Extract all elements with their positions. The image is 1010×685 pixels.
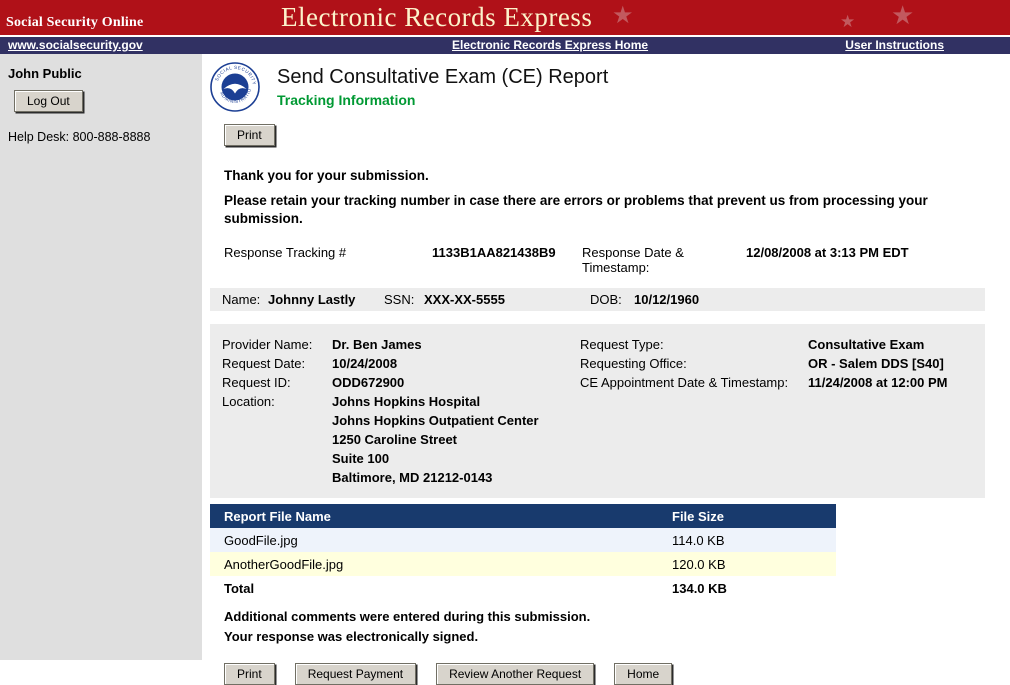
location-line: Suite 100 — [332, 449, 539, 468]
page: Social Security Online Electronic Record… — [0, 0, 1010, 668]
page-title: Send Consultative Exam (CE) Report — [277, 66, 608, 89]
title-block: Send Consultative Exam (CE) Report Track… — [277, 66, 608, 108]
table-total-row: Total 134.0 KB — [210, 576, 836, 600]
nav-link-ere-home[interactable]: Electronic Records Express Home — [452, 38, 648, 52]
table-row: GoodFile.jpg 114.0 KB — [210, 528, 836, 552]
files-table-header: Report File Name File Size — [210, 504, 836, 528]
home-button[interactable]: Home — [614, 663, 672, 685]
provider-value: Dr. Ben James — [332, 335, 422, 354]
appointment-label: CE Appointment Date & Timestamp: — [580, 373, 808, 392]
location-line: Johns Hopkins Outpatient Center — [332, 411, 539, 430]
file-name-cell: AnotherGoodFile.jpg — [210, 557, 672, 572]
retain-tracking-note: Please retain your tracking number in ca… — [224, 192, 1002, 228]
table-row: AnotherGoodFile.jpg 120.0 KB — [210, 552, 836, 576]
total-size-value: 134.0 KB — [672, 581, 727, 596]
file-size-header: File Size — [672, 509, 724, 524]
requesting-office-value: OR - Salem DDS [S40] — [808, 354, 944, 373]
thank-you-text: Thank you for your submission. — [224, 168, 1002, 183]
request-type-label: Request Type: — [580, 335, 808, 354]
tracking-timestamp-label: Response Date & Timestamp: — [582, 245, 746, 275]
details-left-column: Provider Name: Dr. Ben James Request Dat… — [222, 335, 580, 487]
requesting-office-row: Requesting Office: OR - Salem DDS [S40] — [580, 354, 973, 373]
page-header: SOCIAL SECURITY ADMINISTRATION Send Cons… — [210, 62, 1002, 112]
action-buttons: Print Request Payment Review Another Req… — [224, 663, 1002, 685]
appointment-value: 11/24/2008 at 12:00 PM — [808, 373, 948, 392]
request-id-value: ODD672900 — [332, 373, 404, 392]
appointment-row: CE Appointment Date & Timestamp: 11/24/2… — [580, 373, 973, 392]
signed-note: Your response was electronically signed. — [224, 627, 1002, 647]
comments-note: Additional comments were entered during … — [224, 607, 1002, 627]
banner-title: Electronic Records Express — [281, 2, 592, 33]
files-table: Report File Name File Size GoodFile.jpg … — [210, 504, 836, 600]
request-date-value: 10/24/2008 — [332, 354, 397, 373]
submission-notes: Additional comments were entered during … — [210, 607, 1002, 647]
ssn-value: XXX-XX-5555 — [424, 292, 590, 307]
location-line: Baltimore, MD 21212-0143 — [332, 468, 539, 487]
name-label: Name: — [222, 292, 268, 307]
logout-button[interactable]: Log Out — [14, 90, 83, 112]
tracking-number-label: Response Tracking # — [224, 245, 432, 275]
request-date-label: Request Date: — [222, 354, 332, 373]
file-size-cell: 114.0 KB — [672, 533, 725, 548]
ssa-brand: Social Security Online — [6, 15, 143, 31]
print-button[interactable]: Print — [224, 663, 275, 685]
help-desk-text: Help Desk: 800-888-8888 — [8, 130, 194, 144]
tracking-timestamp-value: 12/08/2008 at 3:13 PM EDT — [746, 245, 909, 275]
star-icon: ★ — [891, 2, 914, 28]
nav-bar: www.socialsecurity.gov Electronic Record… — [0, 37, 1010, 54]
tracking-information-subtitle: Tracking Information — [277, 92, 608, 108]
tracking-number-value: 1133B1AA821438B9 — [432, 245, 582, 275]
file-name-header: Report File Name — [210, 509, 672, 524]
request-type-row: Request Type: Consultative Exam — [580, 335, 973, 354]
provider-row: Provider Name: Dr. Ben James — [222, 335, 580, 354]
requesting-office-label: Requesting Office: — [580, 354, 808, 373]
request-id-row: Request ID: ODD672900 — [222, 373, 580, 392]
details-right-column: Request Type: Consultative Exam Requesti… — [580, 335, 973, 487]
sidebar: John Public Log Out Help Desk: 800-888-8… — [0, 54, 202, 660]
dob-label: DOB: — [590, 292, 634, 307]
user-name: John Public — [8, 66, 194, 81]
ssn-label: SSN: — [384, 292, 424, 307]
request-payment-button[interactable]: Request Payment — [295, 663, 416, 685]
nav-link-socialsecurity-gov[interactable]: www.socialsecurity.gov — [8, 38, 143, 52]
body-row: John Public Log Out Help Desk: 800-888-8… — [0, 54, 1010, 666]
location-row: Location: Johns Hopkins Hospital Johns H… — [222, 392, 580, 487]
claimant-summary-bar: Name: Johnny Lastly SSN: XXX-XX-5555 DOB… — [210, 288, 985, 311]
request-type-value: Consultative Exam — [808, 335, 924, 354]
tracking-row: Response Tracking # 1133B1AA821438B9 Res… — [224, 245, 1002, 275]
request-date-row: Request Date: 10/24/2008 — [222, 354, 580, 373]
request-details-panel: Provider Name: Dr. Ben James Request Dat… — [210, 324, 985, 498]
file-name-cell: GoodFile.jpg — [210, 533, 672, 548]
nav-link-user-instructions[interactable]: User Instructions — [845, 38, 944, 52]
review-another-request-button[interactable]: Review Another Request — [436, 663, 594, 685]
print-button-top[interactable]: Print — [224, 124, 275, 146]
top-banner: Social Security Online Electronic Record… — [0, 0, 1010, 37]
location-line: Johns Hopkins Hospital — [332, 392, 539, 411]
location-line: 1250 Caroline Street — [332, 430, 539, 449]
name-value: Johnny Lastly — [268, 292, 384, 307]
location-label: Location: — [222, 392, 332, 487]
ssa-seal-icon: SOCIAL SECURITY ADMINISTRATION — [210, 62, 260, 112]
location-lines: Johns Hopkins Hospital Johns Hopkins Out… — [332, 392, 539, 487]
total-label: Total — [210, 581, 672, 596]
file-size-cell: 120.0 KB — [672, 557, 726, 572]
dob-value: 10/12/1960 — [634, 292, 699, 307]
provider-label: Provider Name: — [222, 335, 332, 354]
request-id-label: Request ID: — [222, 373, 332, 392]
star-icon: ★ — [840, 13, 855, 30]
main-content: SOCIAL SECURITY ADMINISTRATION Send Cons… — [202, 54, 1010, 666]
star-icon: ★ — [612, 4, 634, 28]
